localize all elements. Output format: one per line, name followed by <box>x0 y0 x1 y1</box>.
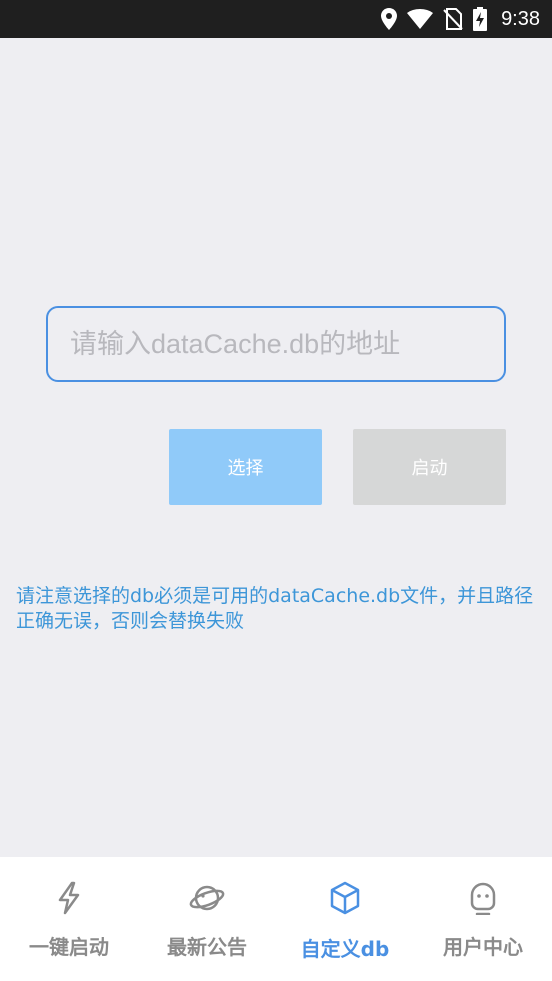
tab-label: 自定义db <box>300 937 390 961</box>
status-time: 9:38 <box>501 7 540 30</box>
select-button[interactable]: 选择 <box>169 429 322 505</box>
tab-label: 一键启动 <box>29 935 109 959</box>
battery-charging-icon <box>473 7 488 31</box>
user-face-icon <box>470 882 496 915</box>
status-icons: 9:38 <box>381 0 540 38</box>
tab-label: 最新公告 <box>167 935 247 959</box>
tab-custom-db[interactable]: 自定义db <box>276 857 414 981</box>
notice-text: 请注意选择的db必须是可用的dataCache.db文件，并且路径正确无误，否则… <box>16 585 534 632</box>
tab-one-click-start[interactable]: 一键启动 <box>0 857 138 981</box>
bottom-tab-bar: 一键启动 最新公告 自定义db 用户中心 <box>0 857 552 981</box>
location-icon <box>381 8 398 30</box>
no-sim-icon <box>443 8 463 30</box>
cube-icon <box>330 881 360 915</box>
wifi-icon <box>407 9 434 29</box>
tab-label: 用户中心 <box>443 935 523 959</box>
lightning-icon <box>58 881 80 915</box>
start-button[interactable]: 启动 <box>353 429 506 505</box>
status-bar: 9:38 <box>0 0 552 38</box>
planet-icon <box>189 885 225 911</box>
tab-user-center[interactable]: 用户中心 <box>414 857 552 981</box>
db-path-input[interactable] <box>46 306 506 382</box>
tab-latest-notice[interactable]: 最新公告 <box>138 857 276 981</box>
